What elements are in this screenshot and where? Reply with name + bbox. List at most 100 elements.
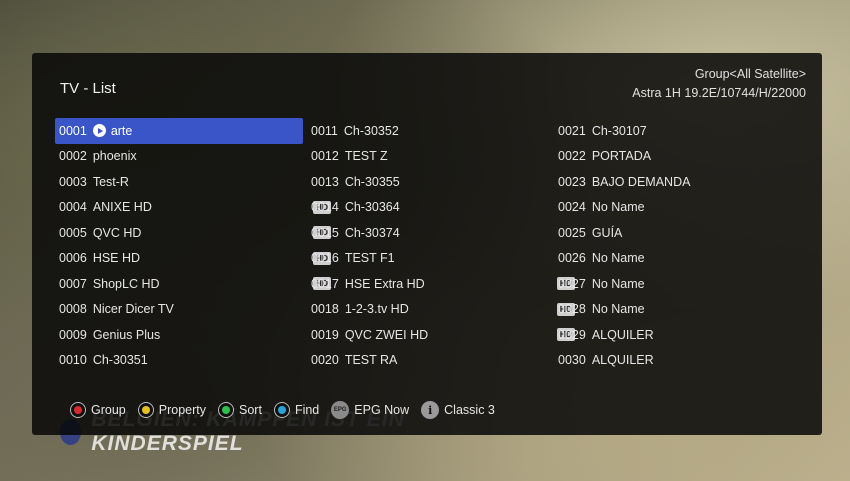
channel-number: 0024 xyxy=(558,200,586,215)
channel-name: Nicer Dicer TV xyxy=(92,302,174,317)
info-key[interactable]: i Classic 3 xyxy=(421,401,495,419)
channel-name: arte xyxy=(110,123,133,138)
channel-name: Ch-30355 xyxy=(344,174,400,189)
channel-name: ALQUILER xyxy=(591,353,654,368)
channel-number: 0028 xyxy=(558,302,586,317)
channel-number: 0014 xyxy=(311,200,339,215)
channel-row[interactable]: 0012 TEST Z xyxy=(307,144,554,170)
channel-row[interactable]: 0024 No Name xyxy=(554,195,804,221)
epg-icon: EPG xyxy=(331,401,350,419)
channel-number: 0030 xyxy=(558,353,586,368)
channel-number: 0002 xyxy=(59,149,87,164)
group-filter-label: Group<All Satellite> xyxy=(694,67,806,81)
green-button-icon xyxy=(218,402,234,418)
channel-number: 0020 xyxy=(311,353,339,368)
channel-number: 0029 xyxy=(558,327,586,342)
epg-key[interactable]: EPG EPG Now xyxy=(331,401,409,419)
channel-row[interactable]: 0018 1-2-3.tv HD HD xyxy=(307,297,575,323)
channel-row[interactable]: 0029 ALQUILER xyxy=(554,322,804,348)
satellite-info: Astra 1H 19.2E/10744/H/22000 xyxy=(632,86,806,100)
channel-number: 0026 xyxy=(558,251,586,266)
blue-button-icon xyxy=(273,402,290,418)
find-key[interactable]: Find xyxy=(273,402,320,418)
channel-row[interactable]: 0014 Ch-30364 xyxy=(307,195,554,221)
key-label: EPG Now xyxy=(354,403,410,417)
channel-name: PORTADA xyxy=(591,149,652,164)
channel-row[interactable]: 0005 QVC HD HD xyxy=(55,220,331,246)
channel-column-2: 0011 Ch-30352 0012 TEST Z 0013 Ch-30355 0014 Ch… xyxy=(307,118,575,374)
channel-name: TEST RA xyxy=(344,353,398,368)
channel-row[interactable]: 0002 phoenix xyxy=(55,144,305,170)
color-key-legend: Group Property Sort Find EPG EPG Now i Classic … xyxy=(70,400,507,420)
channel-row[interactable]: 0009 Genius Plus xyxy=(55,322,305,348)
channel-row[interactable]: 0001 arte xyxy=(55,118,303,144)
channel-row[interactable]: 0021 Ch-30107 xyxy=(554,118,804,144)
channel-number: 0027 xyxy=(558,276,586,291)
channel-name: No Name xyxy=(591,200,645,215)
sort-key[interactable]: Sort xyxy=(218,402,262,418)
channel-name: No Name xyxy=(591,276,645,291)
channel-row[interactable]: 0030 ALQUILER xyxy=(554,348,804,374)
channel-row[interactable]: 0003 Test-R xyxy=(55,169,305,195)
channel-name: Genius Plus xyxy=(92,327,161,342)
key-label: Find xyxy=(294,403,320,417)
channel-row[interactable]: 0027 No Name xyxy=(554,271,804,297)
channel-row[interactable]: 0020 TEST RA xyxy=(307,348,554,374)
play-icon xyxy=(92,124,106,138)
channel-number: 0018 xyxy=(311,302,339,317)
channel-row[interactable]: 0006 HSE HD HD xyxy=(55,246,331,272)
channel-row[interactable]: 0016 TEST F1 xyxy=(307,246,554,272)
channel-row[interactable]: 0019 QVC ZWEI HD HD xyxy=(307,322,575,348)
channel-row[interactable]: 0007 ShopLC HD HD xyxy=(55,271,331,297)
channel-row[interactable]: 0023 BAJO DEMANDA xyxy=(554,169,804,195)
channel-name: 1-2-3.tv HD xyxy=(344,302,409,317)
channel-number: 0010 xyxy=(59,353,87,368)
page-title: TV - List xyxy=(60,80,116,97)
info-icon: i xyxy=(421,401,440,419)
channel-column-3: 0021 Ch-30107 0022 PORTADA 0023 BAJO DEMANDA 0… xyxy=(554,118,804,373)
yellow-button-icon xyxy=(137,402,154,418)
channel-number: 0005 xyxy=(59,225,87,240)
channel-column-1: 0001 arte 0002 phoenix 0003 Test-R 0004 ANIXE H… xyxy=(55,118,331,374)
channel-number: 0021 xyxy=(558,123,586,138)
channel-name: Ch-30374 xyxy=(344,225,400,240)
channel-number: 0008 xyxy=(59,302,87,317)
channel-name: QVC HD xyxy=(92,225,142,240)
channel-row[interactable]: 0013 Ch-30355 xyxy=(307,169,554,195)
channel-name: TEST F1 xyxy=(344,251,395,266)
channel-number: 0007 xyxy=(59,276,87,291)
channel-number: 0015 xyxy=(311,225,339,240)
key-label: Classic 3 xyxy=(444,403,495,417)
channel-number: 0013 xyxy=(311,174,339,189)
channel-row[interactable]: 0015 Ch-30374 xyxy=(307,220,554,246)
channel-number: 0004 xyxy=(59,200,87,215)
channel-row[interactable]: 0022 PORTADA xyxy=(554,144,804,170)
channel-number: 0025 xyxy=(558,225,586,240)
key-label: Sort xyxy=(239,403,262,417)
channel-row[interactable]: 0004 ANIXE HD HD xyxy=(55,195,331,221)
channel-name: HSE Extra HD xyxy=(344,276,425,291)
channel-name: ALQUILER xyxy=(591,327,654,342)
group-key[interactable]: Group xyxy=(70,402,126,418)
key-label: Group xyxy=(91,403,126,417)
channel-row[interactable]: 0008 Nicer Dicer TV xyxy=(55,297,305,323)
channel-row[interactable]: 0010 Ch-30351 xyxy=(55,348,305,374)
channel-number: 0016 xyxy=(311,251,339,266)
channel-row[interactable]: 0025 GUÍA xyxy=(554,220,804,246)
channel-row[interactable]: 0026 No Name xyxy=(554,246,804,272)
channel-number: 0006 xyxy=(59,251,87,266)
channel-name: No Name xyxy=(591,302,645,317)
channel-row[interactable]: 0017 HSE Extra HD HD xyxy=(307,271,575,297)
channel-row[interactable]: 0028 No Name xyxy=(554,297,804,323)
channel-number: 0019 xyxy=(311,327,339,342)
channel-name: Ch-30351 xyxy=(92,353,148,368)
channel-name: ANIXE HD xyxy=(92,200,152,215)
channel-name: Test-R xyxy=(92,174,129,189)
channel-number: 0022 xyxy=(558,149,586,164)
channel-row[interactable]: 0011 Ch-30352 xyxy=(307,118,554,144)
property-key[interactable]: Property xyxy=(137,402,206,418)
channel-name: Ch-30107 xyxy=(591,123,647,138)
channel-number: 0009 xyxy=(59,327,87,342)
channel-name: ShopLC HD xyxy=(92,276,160,291)
channel-name: TEST Z xyxy=(344,149,388,164)
